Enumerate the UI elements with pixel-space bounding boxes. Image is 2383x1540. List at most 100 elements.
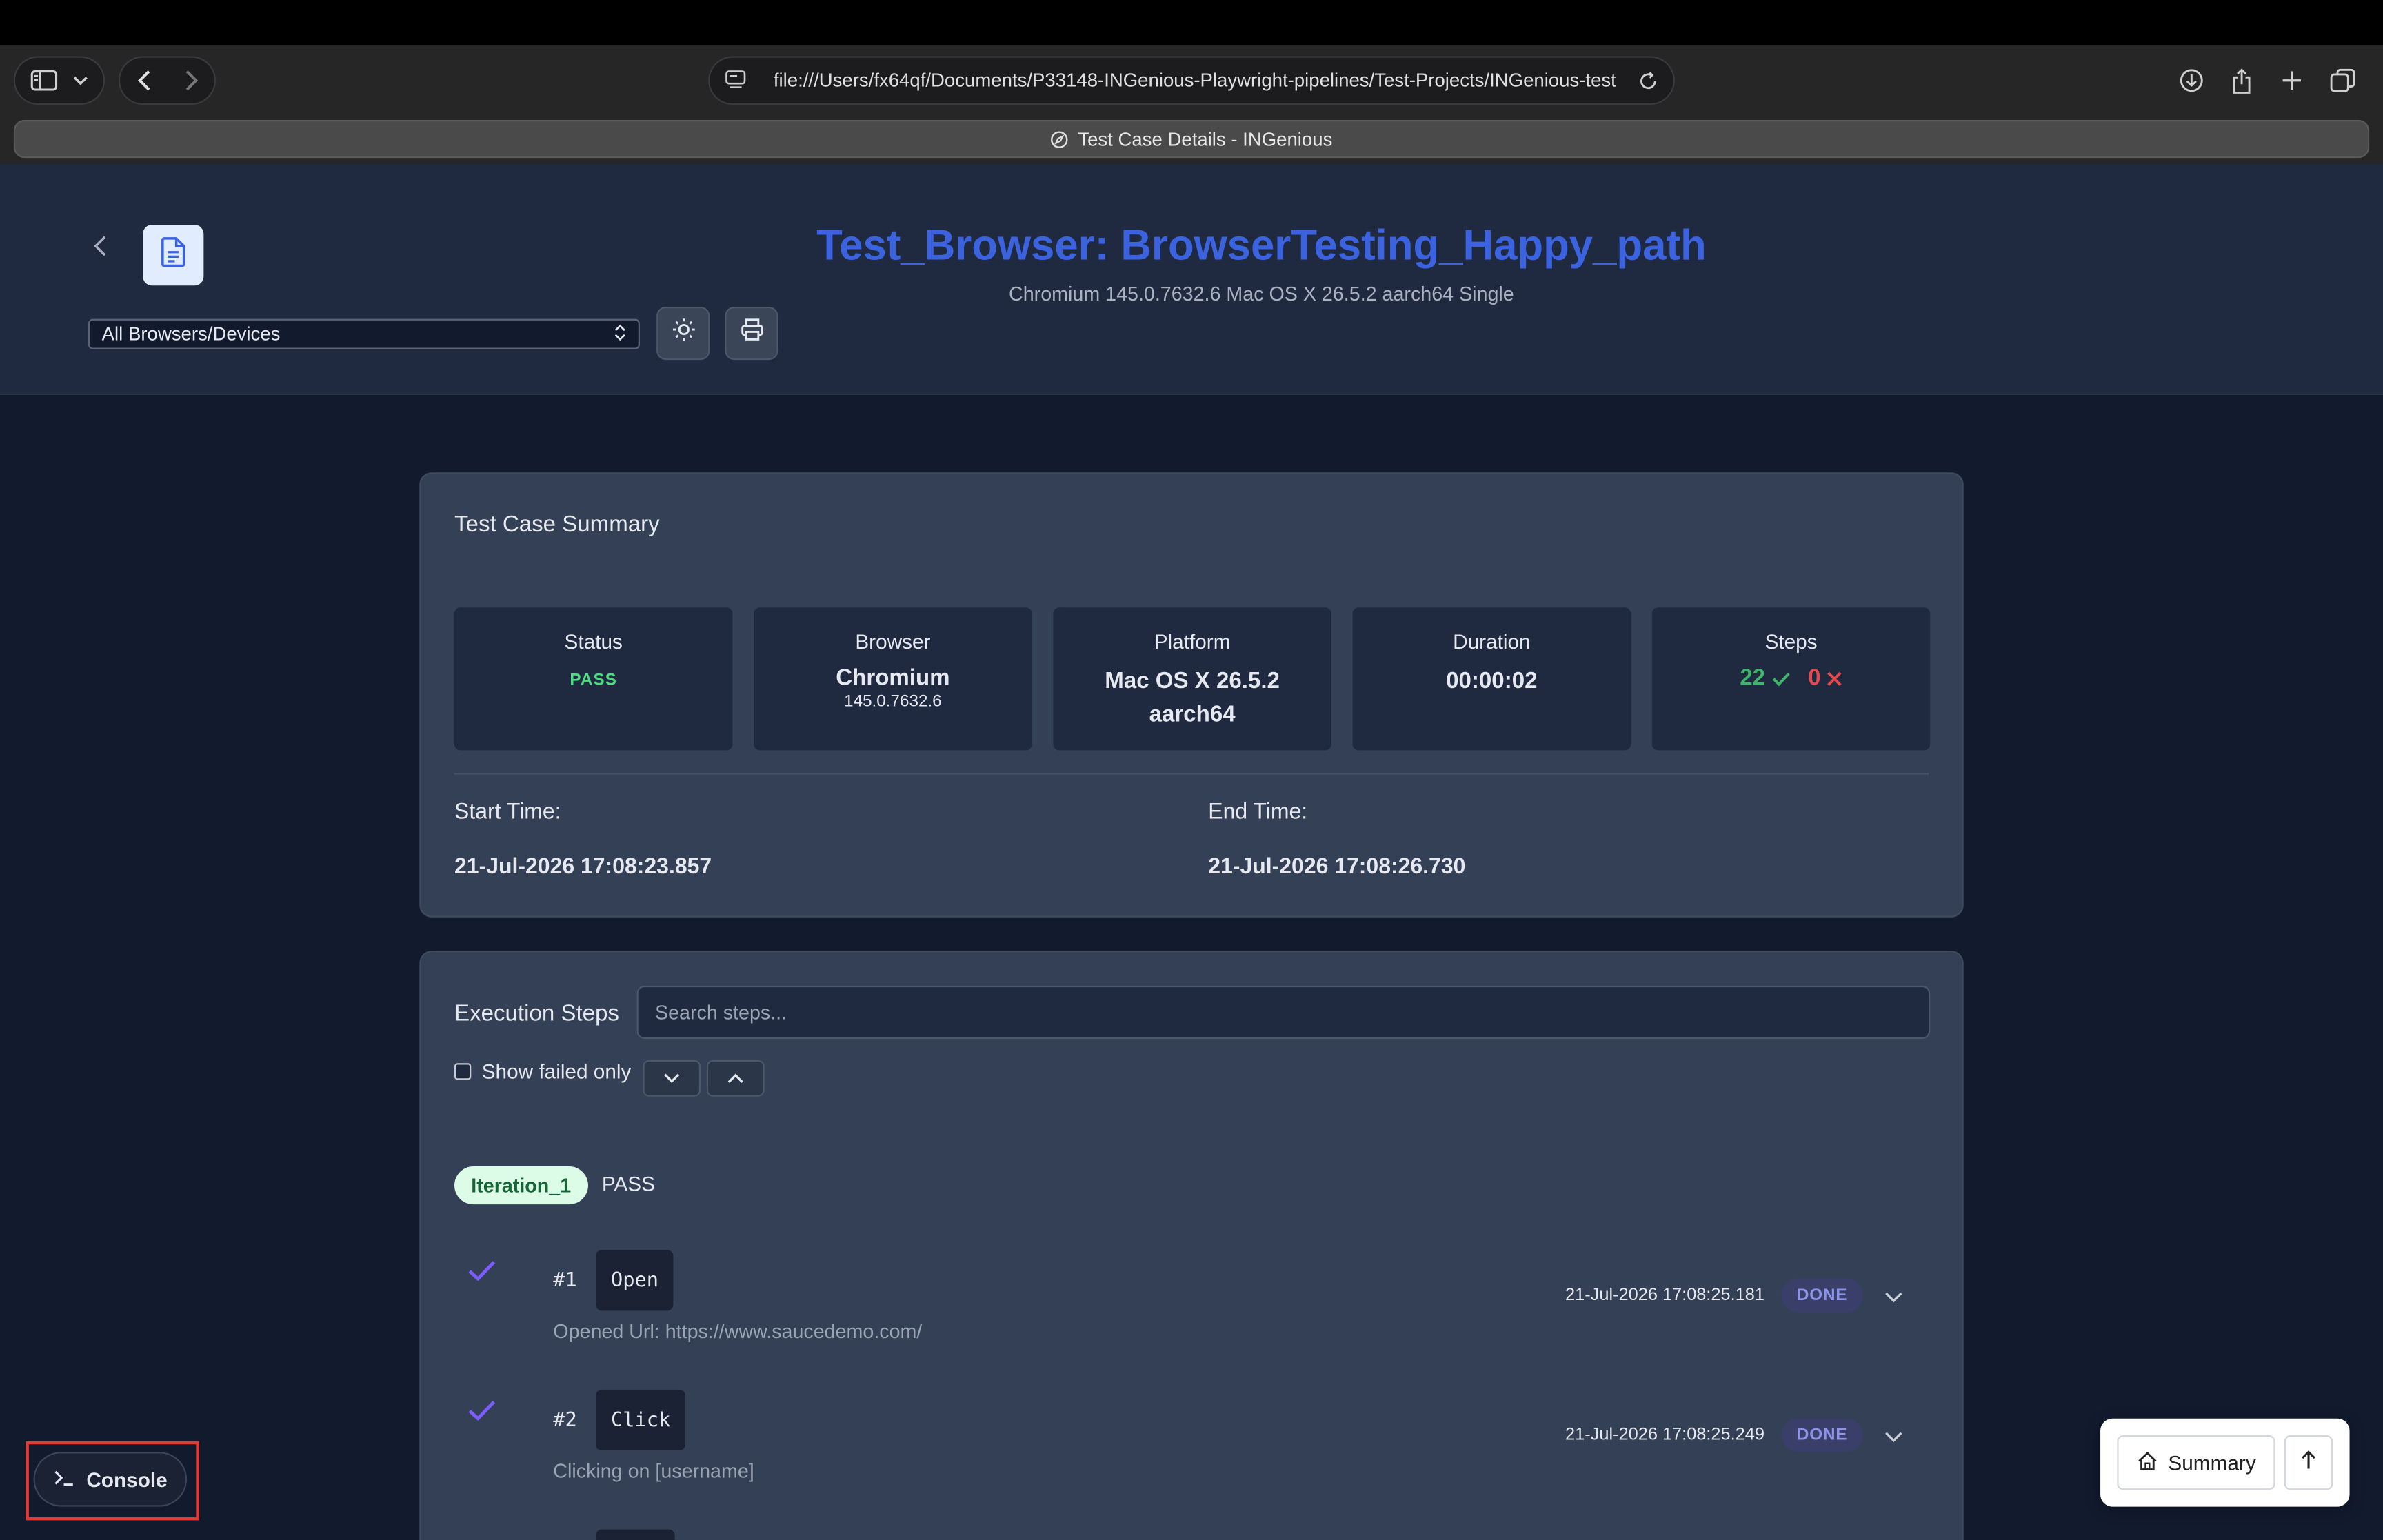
search-steps-input[interactable]	[636, 985, 1931, 1039]
back-chevron-icon[interactable]	[88, 232, 116, 260]
show-failed-filter[interactable]: Show failed only	[454, 1060, 631, 1083]
browser-name: Chromium	[836, 665, 950, 691]
floating-nav-panel: Summary	[2100, 1418, 2350, 1507]
page-title: Test_Browser: BrowserTesting_Happy_path	[816, 221, 1707, 269]
home-icon	[2136, 1450, 2158, 1475]
summary-button[interactable]: Summary	[2117, 1435, 2275, 1490]
steps-counts: 22 0	[1652, 665, 1930, 691]
status-label: Status	[564, 630, 623, 654]
test-case-summary-card: Test Case Summary Status PASS Browser Ch…	[419, 472, 1964, 918]
start-time-label: Start Time:	[454, 800, 561, 825]
tab-overview-icon[interactable]	[2330, 68, 2355, 92]
printer-icon	[739, 317, 763, 349]
theme-toggle-button[interactable]	[656, 307, 710, 361]
step-expand-chevron-icon[interactable]	[1883, 1426, 1904, 1448]
chevron-down-icon	[663, 1064, 681, 1092]
iteration-status: PASS	[601, 1172, 656, 1195]
step-number: #2	[553, 1409, 577, 1432]
step-description: Opened Url: https://www.saucedemo.com/	[553, 1319, 923, 1343]
collapse-all-button[interactable]	[706, 1060, 765, 1097]
document-button[interactable]	[143, 225, 204, 286]
summary-label: Summary	[2168, 1451, 2256, 1475]
status-value: PASS	[570, 671, 618, 690]
summary-title: Test Case Summary	[454, 511, 660, 538]
platform-label: Platform	[1154, 630, 1231, 654]
platform-line1: Mac OS X 26.5.2	[1105, 668, 1280, 694]
forward-arrow-icon[interactable]	[183, 70, 199, 91]
terminal-icon	[53, 1468, 74, 1490]
page-header: All Browsers/Devices Test_Browser: Brows…	[0, 163, 2383, 395]
browser-label: Browser	[855, 630, 931, 654]
new-tab-icon[interactable]	[2281, 70, 2302, 91]
platform-line2: aarch64	[1149, 701, 1236, 728]
steps-passed-value: 22	[1740, 665, 1766, 691]
compass-icon	[1051, 130, 1069, 148]
show-failed-label: Show failed only	[481, 1060, 632, 1083]
step-timestamp: 21-Jul-2026 17:08:25.249	[1565, 1426, 1764, 1445]
share-icon[interactable]	[2231, 68, 2253, 93]
step-command-partial	[596, 1529, 675, 1540]
step-pass-check-icon	[467, 1259, 497, 1283]
console-label: Console	[86, 1468, 168, 1491]
platform-stat: Platform Mac OS X 26.5.2 aarch64	[1053, 607, 1331, 751]
x-icon	[1827, 671, 1842, 687]
page-subtitle: Chromium 145.0.7632.6 Mac OS X 26.5.2 aa…	[1009, 282, 1514, 305]
arrow-up-icon	[2300, 1448, 2317, 1477]
sidebar-toggle-button[interactable]	[13, 56, 105, 105]
show-failed-checkbox[interactable]	[454, 1063, 472, 1080]
duration-label: Duration	[1453, 630, 1531, 654]
browser-actions	[2166, 57, 2369, 105]
sun-icon	[671, 317, 695, 349]
page-settings-icon[interactable]	[725, 70, 746, 91]
browser-device-select[interactable]: All Browsers/Devices	[88, 318, 640, 349]
scroll-to-top-button[interactable]	[2284, 1435, 2333, 1490]
step-number: #1	[553, 1269, 577, 1293]
step-description: Clicking on [username]	[553, 1459, 754, 1483]
history-nav	[118, 56, 216, 105]
end-time-label: End Time:	[1208, 800, 1308, 825]
execution-steps-card: Execution Steps Show failed only Iterati…	[419, 951, 1964, 1540]
duration-stat: Duration 00:00:02	[1352, 607, 1631, 751]
chevron-up-icon	[727, 1064, 745, 1092]
browser-device-select-value: All Browsers/Devices	[101, 323, 281, 345]
address-bar[interactable]: file:///Users/fx64qf/Documents/P33148-IN…	[708, 56, 1675, 105]
console-button[interactable]: Console	[33, 1452, 188, 1507]
steps-stat: Steps 22 0	[1651, 607, 1931, 751]
macos-top-strip	[0, 0, 2383, 46]
select-arrows-icon	[614, 323, 626, 345]
platform-value: Mac OS X 26.5.2 aarch64	[1053, 665, 1331, 732]
step-status-badge: DONE	[1781, 1279, 1864, 1313]
print-button[interactable]	[725, 307, 778, 361]
chevron-down-icon[interactable]	[73, 74, 88, 87]
steps-label: Steps	[1764, 630, 1818, 654]
start-time-value: 21-Jul-2026 17:08:23.857	[454, 855, 712, 880]
download-icon[interactable]	[2180, 68, 2204, 92]
step-command: Click	[596, 1389, 686, 1451]
execution-steps-title: Execution Steps	[454, 1000, 619, 1027]
step-expand-chevron-icon[interactable]	[1883, 1286, 1904, 1308]
url-text: file:///Users/fx64qf/Documents/P33148-IN…	[773, 70, 1616, 92]
step-pass-check-icon	[467, 1399, 497, 1423]
step-command: Open	[596, 1250, 674, 1311]
expand-all-button[interactable]	[643, 1060, 701, 1097]
active-tab[interactable]: Test Case Details - INGenious	[13, 120, 2370, 159]
sidebar-icon	[30, 70, 58, 91]
steps-failed-count: 0	[1808, 665, 1842, 691]
step-status-badge: DONE	[1781, 1418, 1864, 1452]
tab-title: Test Case Details - INGenious	[1078, 128, 1333, 150]
steps-failed-value: 0	[1808, 665, 1821, 691]
steps-passed-count: 22	[1740, 665, 1789, 691]
back-arrow-icon[interactable]	[136, 70, 151, 91]
summary-divider	[454, 773, 1929, 775]
browser-stat: Browser Chromium 145.0.7632.6	[754, 607, 1032, 751]
document-icon	[159, 236, 187, 274]
status-stat: Status PASS	[454, 607, 733, 751]
step-timestamp: 21-Jul-2026 17:08:25.181	[1565, 1286, 1764, 1305]
reload-icon[interactable]	[1638, 70, 1658, 90]
browser-toolbar: file:///Users/fx64qf/Documents/P33148-IN…	[0, 45, 2383, 164]
duration-value: 00:00:02	[1446, 668, 1538, 694]
end-time-value: 21-Jul-2026 17:08:26.730	[1208, 855, 1466, 880]
iteration-badge[interactable]: Iteration_1	[454, 1166, 588, 1205]
browser-version: 145.0.7632.6	[844, 692, 942, 711]
check-icon	[1772, 672, 1789, 687]
